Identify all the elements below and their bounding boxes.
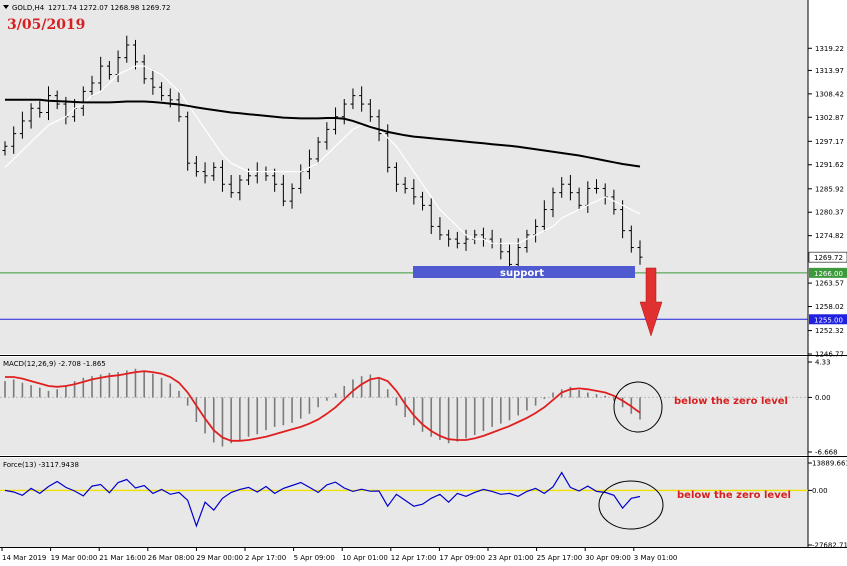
time-tick-label: 21 Mar 16:00 xyxy=(99,554,146,562)
time-tick-label: 30 Apr 09:00 xyxy=(585,554,631,562)
force-tick-label: 0.00 xyxy=(812,487,828,495)
symbol-label: GOLD,H4 xyxy=(12,4,45,12)
date-annotation: 3/05/2019 xyxy=(7,17,85,33)
price-tick-label: 1263.57 xyxy=(815,280,844,288)
price-tick-label: 1252.32 xyxy=(815,327,844,335)
time-tick-label: 12 Apr 17:00 xyxy=(391,554,437,562)
price-level-label: 1266.00 xyxy=(814,270,843,278)
price-tick-label: 1246.77 xyxy=(815,351,844,359)
time-tick-label: 2 Apr 17:00 xyxy=(245,554,286,562)
time-tick-label: 17 Apr 09:00 xyxy=(439,554,485,562)
time-tick-label: 23 Apr 01:00 xyxy=(488,554,534,562)
ohlc-readout: 1271.74 1272.07 1268.98 1269.72 xyxy=(48,4,170,12)
macd-tick-label: 0.00 xyxy=(815,394,831,402)
price-panel[interactable] xyxy=(0,0,808,354)
price-tick-label: 1302.87 xyxy=(815,114,844,122)
macd-tick-label: -6.668 xyxy=(815,449,838,457)
support-label: support xyxy=(500,268,544,279)
time-tick-label: 26 Mar 08:00 xyxy=(148,554,195,562)
gold-h4-chart[interactable]: 1319.22 1313.97 1308.42 1302.87 1297.17 1291.… xyxy=(0,0,847,566)
price-tick-label: 1291.62 xyxy=(815,161,844,169)
force-title: Force(13) -3117.9438 xyxy=(3,461,79,469)
price-tick-label: 1308.42 xyxy=(815,90,844,98)
force-panel[interactable] xyxy=(0,458,808,547)
force-tick-label: 13889.661 xyxy=(812,460,847,468)
time-tick-label: 25 Apr 17:00 xyxy=(537,554,583,562)
time-tick-label: 3 May 01:00 xyxy=(634,554,678,562)
time-tick-label: 19 Mar 00:00 xyxy=(51,554,98,562)
price-tick-label: 1258.02 xyxy=(815,303,844,311)
price-tick-label: 1274.82 xyxy=(815,232,844,240)
force-tick-label: -27682.71 xyxy=(812,542,847,550)
macd-tick-label: 4.33 xyxy=(815,359,831,367)
last-price-label: 1269.72 xyxy=(814,254,843,262)
price-tick-label: 1285.92 xyxy=(815,185,844,193)
force-note: below the zero level xyxy=(677,490,791,501)
price-tick-label: 1280.37 xyxy=(815,209,844,217)
time-tick-label: 29 Mar 00:00 xyxy=(196,554,243,562)
time-tick-label: 10 Apr 01:00 xyxy=(342,554,388,562)
macd-note: below the zero level xyxy=(674,396,788,407)
price-level-label: 1255.00 xyxy=(814,316,843,324)
price-tick-label: 1319.22 xyxy=(815,45,844,53)
time-tick-label: 5 Apr 09:00 xyxy=(294,554,335,562)
time-tick-label: 14 Mar 2019 xyxy=(2,554,46,562)
price-tick-label: 1297.17 xyxy=(815,138,844,146)
macd-title: MACD(12,26,9) -2.708 -1.865 xyxy=(3,360,106,368)
price-tick-label: 1313.97 xyxy=(815,67,844,75)
